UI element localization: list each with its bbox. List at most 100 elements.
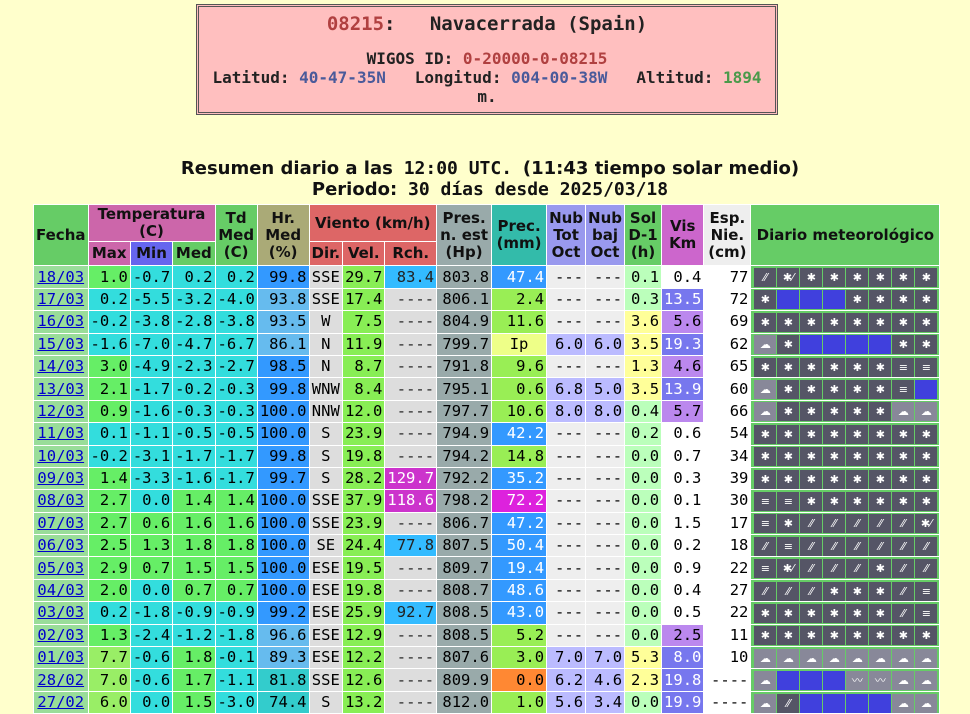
table-row: 16/03 -0.2 -3.8 -2.8 -3.8 93.5 W 7.5 ---- 804.9 11… <box>33 310 941 334</box>
date-link[interactable]: 04/03 <box>37 581 84 599</box>
date-link[interactable]: 13/03 <box>37 380 84 398</box>
humidity-cell: 81.8 <box>256 668 310 692</box>
wind-dir-cell: SSE <box>308 489 344 513</box>
date-link[interactable]: 08/03 <box>37 491 84 509</box>
snow-icon: ✱ <box>846 447 869 467</box>
rain-icon: ⁄⁄ <box>800 514 823 534</box>
sunshine-cell: 0.4 <box>624 399 663 424</box>
wind-dir-cell: SSE <box>308 668 344 692</box>
header-dir: Dir. <box>308 240 344 267</box>
date-link[interactable]: 28/02 <box>37 671 84 689</box>
weather-diary-cell: ✱ ✱ ✱ ✱ ✱ <box>750 287 941 312</box>
temp-med-cell: 0.7 <box>172 578 216 603</box>
date-link[interactable]: 27/02 <box>37 693 84 711</box>
snow-depth-cell: ---- <box>703 668 752 692</box>
precip-cell: 50.4 <box>491 534 548 558</box>
snow-icon: ✱ <box>800 447 823 467</box>
snow-icon: ✱ <box>823 626 846 646</box>
snow-icon: ✱ <box>846 402 869 422</box>
cloud-low-cell: --- <box>585 534 626 558</box>
date-link[interactable]: 01/03 <box>37 648 84 666</box>
table-row: 02/03 1.3 -2.4 -1.2 -1.8 96.6 ESE 12.9 ---- 808.5… <box>33 623 941 648</box>
weather-diary-cell: ☁ 〰〰 ☁ ☁ <box>750 668 941 692</box>
cloud-total-cell: --- <box>546 354 587 379</box>
wind-vel-cell: 19.8 <box>342 444 386 468</box>
table-row: 14/03 3.0 -4.9 -2.3 -2.7 98.5 N 8.7 ---- 791.8 9.6… <box>33 354 941 379</box>
dewpoint-cell: -0.5 <box>214 422 258 446</box>
date-link[interactable]: 11/03 <box>37 424 84 442</box>
date-link[interactable]: 15/03 <box>37 335 84 353</box>
pressure-cell: 808.5 <box>436 623 493 648</box>
weather-diary-cell: ⁄⁄ ✱⁄ ✱ ✱ ✱ ✱ ✱ ✱ <box>750 265 941 289</box>
snow-icon: ✱ <box>915 626 938 646</box>
pressure-cell: 806.7 <box>436 511 493 536</box>
date-link[interactable]: 18/03 <box>37 268 84 286</box>
date-cell: 05/03 <box>33 556 89 580</box>
date-link[interactable]: 06/03 <box>37 536 84 554</box>
snow-icon: ✱ <box>777 380 800 400</box>
temp-med-cell: 1.6 <box>172 511 216 536</box>
temp-med-cell: -2.3 <box>172 354 216 379</box>
visibility-cell: 4.6 <box>661 354 705 379</box>
table-row: 09/03 1.4 -3.3 -1.6 -1.7 99.7 S 28.2 129.7 792.2 3… <box>33 466 941 491</box>
dewpoint-cell: -3.8 <box>214 310 258 334</box>
wind-gust-cell: 92.7 <box>384 601 438 625</box>
temp-min-cell: -3.8 <box>129 310 174 334</box>
pressure-cell: 803.8 <box>436 265 493 289</box>
pressure-cell: 791.8 <box>436 354 493 379</box>
visibility-cell: 1.5 <box>661 511 705 536</box>
dewpoint-cell: -3.0 <box>214 690 258 714</box>
wind-gust-cell: ---- <box>384 332 438 356</box>
station-header: 08215: Navacerrada (Spain) WIGOS ID: 0-2… <box>196 4 778 115</box>
date-cell: 13/03 <box>33 377 89 401</box>
weather-diary-cell: ✱ ✱ ✱ ✱ ✱ ✱ ✱ ✱ <box>750 623 941 648</box>
precip-cell: Ip <box>491 332 548 356</box>
precip-cell: 42.2 <box>491 422 548 446</box>
humidity-cell: 100.0 <box>256 578 310 603</box>
table-row: 05/03 2.9 0.7 1.5 1.5 100.0 ESE 19.5 ---- 809.7 19… <box>33 556 941 580</box>
date-link[interactable]: 12/03 <box>37 402 84 420</box>
wind-vel-cell: 12.2 <box>342 646 386 670</box>
temp-min-cell: 0.0 <box>129 578 174 603</box>
snow-depth-cell: 77 <box>703 265 752 289</box>
cloud-total-cell: --- <box>546 265 587 289</box>
date-link[interactable]: 07/03 <box>37 514 84 532</box>
date-link[interactable]: 17/03 <box>37 290 84 308</box>
date-cell: 09/03 <box>33 466 89 491</box>
temp-max-cell: 2.7 <box>87 489 131 513</box>
humidity-cell: 96.6 <box>256 623 310 648</box>
rain-icon: ⁄⁄ <box>892 581 915 601</box>
cloud-icon: ☁ <box>754 402 777 422</box>
snow-icon: ✱ <box>892 491 915 511</box>
date-link[interactable]: 16/03 <box>37 312 84 330</box>
date-link[interactable]: 09/03 <box>37 469 84 487</box>
humidity-cell: 89.3 <box>256 646 310 670</box>
visibility-cell: 8.0 <box>661 646 705 670</box>
wind-dir-cell: W <box>308 310 344 334</box>
date-link[interactable]: 05/03 <box>37 559 84 577</box>
temp-min-cell: -1.7 <box>129 377 174 401</box>
date-cell: 02/03 <box>33 623 89 648</box>
dewpoint-cell: -0.9 <box>214 601 258 625</box>
temp-med-cell: -1.6 <box>172 466 216 491</box>
precip-cell: 0.0 <box>491 668 548 692</box>
snow-icon: ✱ <box>800 357 823 377</box>
snow-depth-cell: 65 <box>703 354 752 379</box>
date-link[interactable]: 02/03 <box>37 626 84 644</box>
precip-cell: 35.2 <box>491 466 548 491</box>
wind-vel-cell: 12.0 <box>342 399 386 424</box>
visibility-cell: 0.3 <box>661 466 705 491</box>
cloud-low-cell: --- <box>585 489 626 513</box>
cloud-icon: ☁ <box>869 648 892 668</box>
table-row: 17/03 0.2 -5.5 -3.2 -4.0 93.8 SSE 17.4 ---- 806.1… <box>33 287 941 312</box>
snow-depth-cell: 30 <box>703 489 752 513</box>
temp-min-cell: 1.3 <box>129 534 174 558</box>
date-cell: 10/03 <box>33 444 89 468</box>
visibility-cell: 19.3 <box>661 332 705 356</box>
rain-icon: ⁄⁄ <box>892 559 915 579</box>
rain-icon: ⁄⁄ <box>915 559 938 579</box>
date-link[interactable]: 03/03 <box>37 603 84 621</box>
date-link[interactable]: 14/03 <box>37 357 84 375</box>
date-link[interactable]: 10/03 <box>37 447 84 465</box>
snow-depth-cell: 22 <box>703 601 752 625</box>
